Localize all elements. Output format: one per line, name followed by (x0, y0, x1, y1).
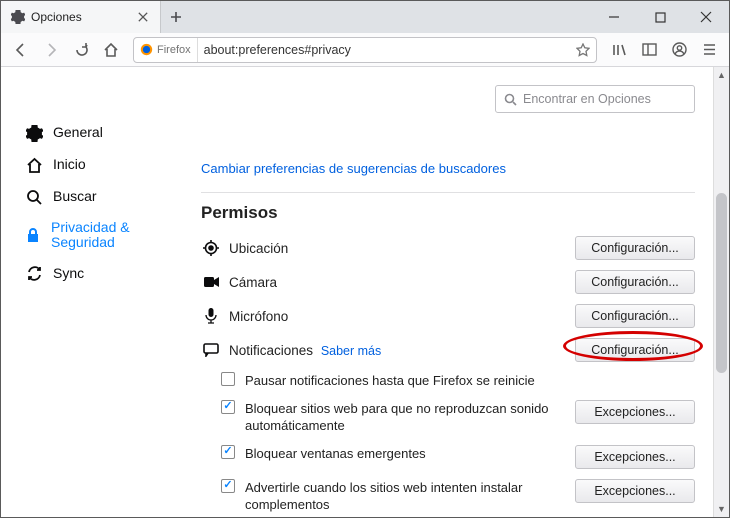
url-input[interactable] (198, 43, 570, 57)
checkbox-pause-notifications[interactable] (221, 372, 235, 386)
content-area: Encontrar en Opciones Cambiar preferenci… (171, 67, 729, 517)
tab-title: Opciones (31, 10, 130, 24)
section-title-permisos: Permisos (201, 203, 695, 223)
divider (201, 192, 695, 193)
checkbox-block-popups[interactable] (221, 445, 235, 459)
sidebar-item-label: Sync (53, 266, 84, 281)
location-icon (201, 240, 221, 256)
library-button[interactable] (605, 36, 633, 64)
window-controls (591, 1, 729, 33)
check-row-addon-install: Advertirle cuando los sitios web intente… (201, 474, 695, 517)
close-window-button[interactable] (683, 1, 729, 33)
exceptions-button-popups[interactable]: Excepciones... (575, 445, 695, 469)
perm-row-microphone: Micrófono Configuración... (201, 299, 695, 333)
sidebar-item-label: Privacidad & Seguridad (51, 220, 167, 251)
sidebar-item-privacy[interactable]: Privacidad & Seguridad (21, 213, 171, 258)
exceptions-button-addons[interactable]: Excepciones... (575, 479, 695, 503)
browser-tab[interactable]: Opciones (1, 1, 161, 33)
check-row-pause-notifications: Pausar notificaciones hasta que Firefox … (201, 367, 695, 395)
perm-label: Notificaciones Saber más (229, 343, 567, 358)
url-bar[interactable]: Firefox (133, 37, 597, 63)
check-row-block-autoplay: Bloquear sitios web para que no reproduz… (201, 395, 695, 440)
minimize-button[interactable] (591, 1, 637, 33)
identity-badge[interactable]: Firefox (134, 38, 198, 62)
titlebar: Opciones (1, 1, 729, 33)
sync-icon (25, 265, 43, 283)
close-tab-icon[interactable] (136, 10, 150, 24)
nav-toolbar: Firefox (1, 33, 729, 67)
check-label: Advertirle cuando los sitios web intente… (245, 479, 565, 514)
config-button-location[interactable]: Configuración... (575, 236, 695, 260)
gear-icon (25, 124, 43, 142)
search-placeholder: Encontrar en Opciones (523, 92, 651, 106)
exceptions-button-autoplay[interactable]: Excepciones... (575, 400, 695, 424)
checkbox-block-autoplay[interactable] (221, 400, 235, 414)
perm-row-camera: Cámara Configuración... (201, 265, 695, 299)
new-tab-button[interactable] (161, 1, 191, 33)
scroll-down-icon[interactable]: ▼ (714, 501, 729, 517)
reload-button[interactable] (67, 36, 95, 64)
home-button[interactable] (97, 36, 125, 64)
check-label: Pausar notificaciones hasta que Firefox … (245, 372, 565, 390)
perm-row-notifications: Notificaciones Saber más Configuración..… (201, 333, 695, 367)
sidebar-item-label: General (53, 125, 103, 140)
search-icon (504, 93, 517, 106)
find-in-options[interactable]: Encontrar en Opciones (495, 85, 695, 113)
account-button[interactable] (665, 36, 693, 64)
gear-icon (11, 10, 25, 24)
scroll-track[interactable] (714, 83, 729, 501)
menu-button[interactable] (695, 36, 723, 64)
checkbox-addon-install-warn[interactable] (221, 479, 235, 493)
perm-label: Cámara (229, 275, 567, 290)
lock-icon (25, 226, 41, 244)
firefox-icon (140, 43, 153, 56)
bookmark-star-icon[interactable] (570, 43, 596, 57)
identity-label: Firefox (157, 44, 191, 56)
notifications-icon (201, 343, 221, 357)
sidebar-toggle-button[interactable] (635, 36, 663, 64)
scroll-thumb[interactable] (716, 193, 727, 373)
sidebar-item-label: Buscar (53, 189, 97, 204)
config-button-notifications[interactable]: Configuración... (575, 338, 695, 362)
preferences-sidebar: General Inicio Buscar Privacidad & Segur… (1, 67, 171, 517)
home-icon (25, 156, 43, 174)
scroll-up-icon[interactable]: ▲ (714, 67, 729, 83)
scrollbar[interactable]: ▲ ▼ (713, 67, 729, 517)
sidebar-item-general[interactable]: General (21, 117, 171, 149)
config-button-camera[interactable]: Configuración... (575, 270, 695, 294)
search-icon (25, 188, 43, 206)
back-button[interactable] (7, 36, 35, 64)
learn-more-link[interactable]: Saber más (321, 344, 381, 358)
perm-label: Ubicación (229, 241, 567, 256)
check-label: Bloquear sitios web para que no reproduz… (245, 400, 565, 435)
sidebar-item-home[interactable]: Inicio (21, 149, 171, 181)
sidebar-item-label: Inicio (53, 157, 86, 172)
camera-icon (201, 276, 221, 288)
microphone-icon (201, 308, 221, 324)
maximize-button[interactable] (637, 1, 683, 33)
sidebar-item-sync[interactable]: Sync (21, 258, 171, 290)
perm-row-location: Ubicación Configuración... (201, 231, 695, 265)
check-label: Bloquear ventanas emergentes (245, 445, 565, 463)
sidebar-item-search[interactable]: Buscar (21, 181, 171, 213)
config-button-microphone[interactable]: Configuración... (575, 304, 695, 328)
search-suggestions-link[interactable]: Cambiar preferencias de sugerencias de b… (201, 161, 506, 176)
forward-button (37, 36, 65, 64)
perm-label: Micrófono (229, 309, 567, 324)
check-row-block-popups: Bloquear ventanas emergentes Excepciones… (201, 440, 695, 474)
